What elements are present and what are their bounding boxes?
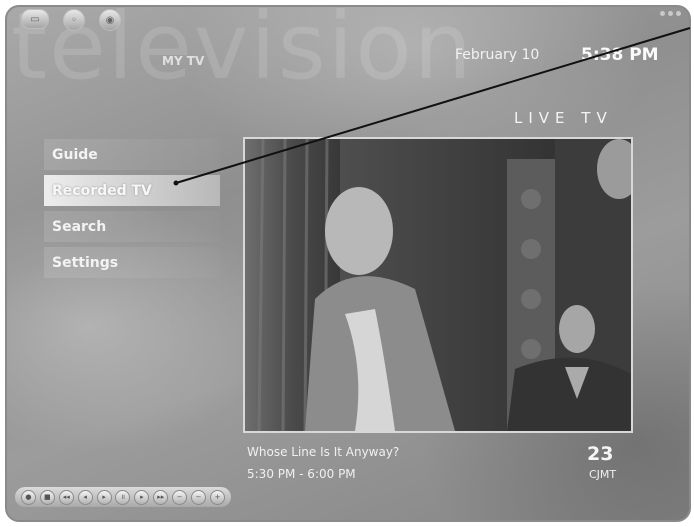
section-title: LIVE TV xyxy=(514,109,613,127)
video-frame-image xyxy=(245,139,631,431)
back-icon-glyph: ◦ xyxy=(71,14,77,26)
program-title: Whose Line Is It Anyway? xyxy=(247,445,400,459)
stop-icon[interactable]: ■ xyxy=(39,489,55,505)
skip-forward-icon[interactable]: ▸ xyxy=(134,489,150,505)
top-button-bar: ▭ ◦ ◉ xyxy=(21,9,121,31)
home-icon[interactable]: ◉ xyxy=(99,9,121,31)
program-time: 5:30 PM - 6:00 PM xyxy=(247,467,356,481)
header-time: 5:38 PM xyxy=(581,45,659,65)
menu-item-settings[interactable]: Settings xyxy=(44,247,220,278)
volume-up-icon[interactable]: + xyxy=(210,489,226,505)
play-icon[interactable]: ▸ xyxy=(96,489,112,505)
back-icon[interactable]: ◦ xyxy=(63,9,85,31)
close-icon[interactable] xyxy=(676,11,681,16)
home-icon-glyph: ◉ xyxy=(105,14,115,26)
pause-icon[interactable]: ॥ xyxy=(115,489,131,505)
menu-item-guide[interactable]: Guide xyxy=(44,139,220,170)
fast-forward-icon[interactable]: ▸▸ xyxy=(153,489,169,505)
window-controls xyxy=(660,11,681,16)
header-date: February 10 xyxy=(455,47,540,63)
skip-back-icon[interactable]: ◂ xyxy=(77,489,93,505)
menu-item-search[interactable]: Search xyxy=(44,211,220,242)
channel-down-icon[interactable]: − xyxy=(172,489,188,505)
menu-item-recorded-tv[interactable]: Recorded TV xyxy=(44,175,220,206)
channel-number: 23 xyxy=(587,443,614,465)
main-menu: Guide Recorded TV Search Settings xyxy=(44,139,220,283)
mytv-logo: MY TV xyxy=(162,54,205,68)
tv-icon[interactable]: ▭ xyxy=(21,9,49,29)
maximize-icon[interactable] xyxy=(668,11,673,16)
live-video-preview[interactable] xyxy=(243,137,633,433)
media-center-window: television ▭ ◦ ◉ MY TV February 10 5:38 … xyxy=(5,5,691,522)
record-icon[interactable]: ● xyxy=(20,489,36,505)
volume-down-icon[interactable]: − xyxy=(191,489,207,505)
rewind-icon[interactable]: ◂◂ xyxy=(58,489,74,505)
minimize-icon[interactable] xyxy=(660,11,665,16)
transport-controls: ● ■ ◂◂ ◂ ▸ ॥ ▸ ▸▸ − − + xyxy=(15,487,231,507)
tv-icon-glyph: ▭ xyxy=(30,13,40,25)
channel-name: CJMT xyxy=(589,468,617,481)
